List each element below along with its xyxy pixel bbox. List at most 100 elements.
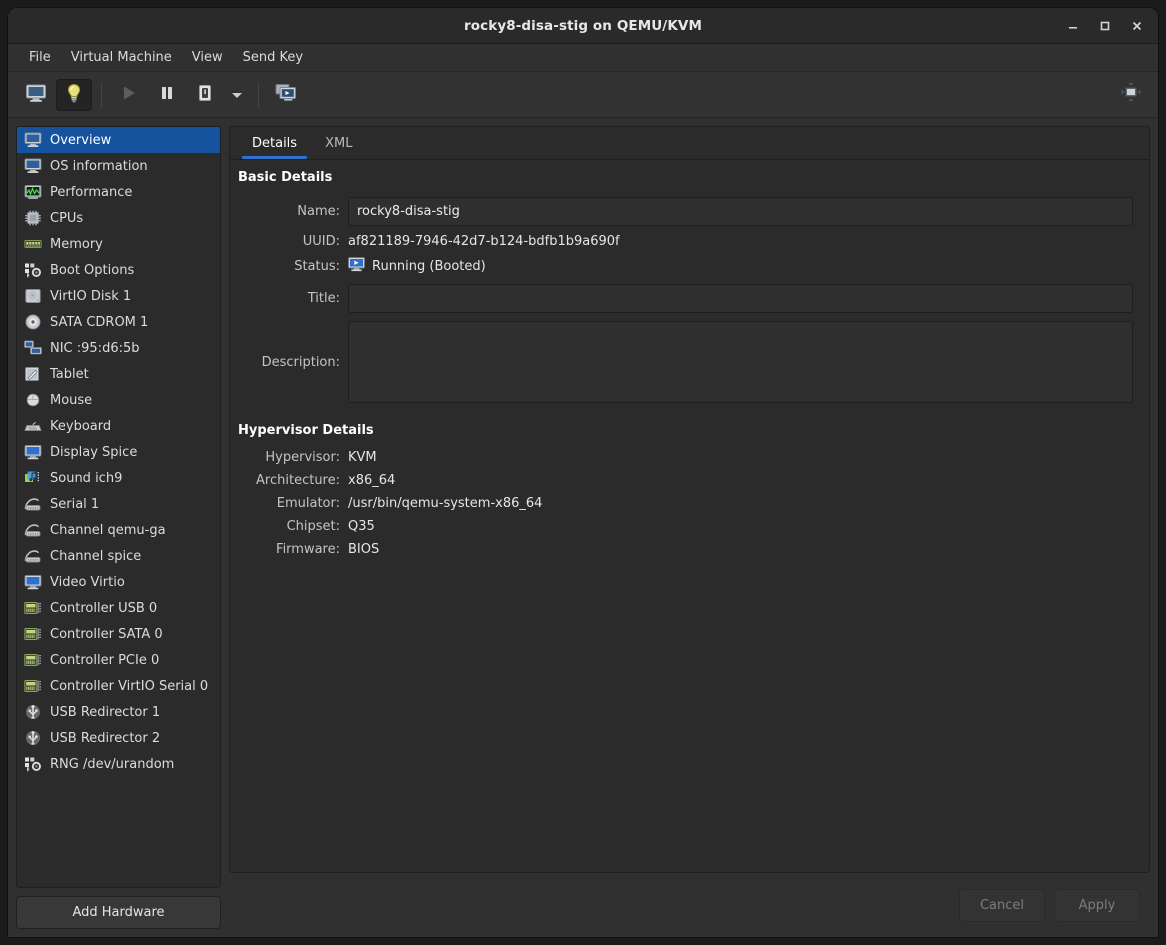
sidebar-item-label: Keyboard xyxy=(50,419,111,434)
sidebar-item-label: CPUs xyxy=(50,211,83,226)
sidebar-item-label: VirtIO Disk 1 xyxy=(50,289,131,304)
basic-details-heading: Basic Details xyxy=(236,170,1145,185)
firmware-row: Firmware: BIOS xyxy=(236,538,1145,561)
sidebar-item-virtio-disk-1[interactable]: VirtIO Disk 1 xyxy=(17,283,220,309)
sidebar-item-label: OS information xyxy=(50,159,148,174)
minimize-button[interactable] xyxy=(1058,13,1088,39)
status-text: Running (Booted) xyxy=(372,259,486,274)
snapshots-icon xyxy=(275,83,297,107)
tab-details[interactable]: Details xyxy=(238,127,311,159)
sidebar-item-keyboard[interactable]: Keyboard xyxy=(17,413,220,439)
uuid-label: UUID: xyxy=(236,230,348,253)
shutdown-menu-button[interactable] xyxy=(225,79,249,111)
menu-send-key[interactable]: Send Key xyxy=(234,47,312,68)
name-input[interactable]: rocky8-disa-stig xyxy=(348,197,1133,226)
sidebar-item-label: USB Redirector 2 xyxy=(50,731,160,746)
serial-port-icon xyxy=(23,495,43,513)
shutdown-button[interactable] xyxy=(187,79,223,111)
serial-port-icon xyxy=(23,521,43,539)
sidebar-item-label: Sound ich9 xyxy=(50,471,122,486)
cancel-button[interactable]: Cancel xyxy=(959,889,1045,922)
menu-virtual-machine[interactable]: Virtual Machine xyxy=(62,47,181,68)
description-row: Description: xyxy=(236,317,1145,407)
serial-port-icon xyxy=(23,547,43,565)
description-textarea[interactable] xyxy=(348,321,1133,403)
uuid-row: UUID: af821189-7946-42d7-b124-bdfb1b9a69… xyxy=(236,230,1145,253)
details-panel-column: Details XML Basic Details Name: rocky8-d… xyxy=(229,126,1150,929)
tab-xml[interactable]: XML xyxy=(311,127,366,159)
hardware-list[interactable]: Overview OS information xyxy=(16,126,221,888)
snapshots-button[interactable] xyxy=(268,79,304,111)
toolbar-separator-2 xyxy=(258,82,259,108)
sidebar-item-controller-pcie-0[interactable]: Controller PCIe 0 xyxy=(17,647,220,673)
run-button[interactable] xyxy=(111,79,147,111)
sidebar-item-display-spice[interactable]: Display Spice xyxy=(17,439,220,465)
sidebar-item-performance[interactable]: Performance xyxy=(17,179,220,205)
sidebar-item-channel-qemu-ga[interactable]: Channel qemu-ga xyxy=(17,517,220,543)
sidebar-item-cpus[interactable]: CPUs xyxy=(17,205,220,231)
sidebar-item-label: Serial 1 xyxy=(50,497,99,512)
menu-view[interactable]: View xyxy=(183,47,232,68)
sidebar-item-label: Mouse xyxy=(50,393,92,408)
sidebar-item-controller-virtio-serial-0[interactable]: Controller VirtIO Serial 0 xyxy=(17,673,220,699)
sidebar-item-label: Overview xyxy=(50,133,111,148)
titlebar: rocky8-disa-stig on QEMU/KVM xyxy=(8,8,1158,44)
close-button[interactable] xyxy=(1122,13,1152,39)
memory-ram-icon xyxy=(23,235,43,253)
toolbar xyxy=(8,72,1158,118)
show-details-button[interactable] xyxy=(56,79,92,111)
pause-button[interactable] xyxy=(149,79,185,111)
window-title: rocky8-disa-stig on QEMU/KVM xyxy=(8,18,1158,34)
sidebar-item-label: Channel spice xyxy=(50,549,141,564)
title-input[interactable] xyxy=(348,284,1133,313)
sidebar-item-usb-redirector-2[interactable]: USB Redirector 2 xyxy=(17,725,220,751)
description-label: Description: xyxy=(236,317,348,407)
sidebar-item-memory[interactable]: Memory xyxy=(17,231,220,257)
mouse-icon xyxy=(23,391,43,409)
sidebar-item-label: Controller SATA 0 xyxy=(50,627,163,642)
sidebar-item-sata-cdrom-1[interactable]: SATA CDROM 1 xyxy=(17,309,220,335)
details-footer: Cancel Apply xyxy=(229,881,1150,929)
add-hardware-button[interactable]: Add Hardware xyxy=(16,896,221,929)
controller-icon xyxy=(23,651,43,669)
sidebar-item-video-virtio[interactable]: Video Virtio xyxy=(17,569,220,595)
menu-file[interactable]: File xyxy=(20,47,60,68)
apply-button[interactable]: Apply xyxy=(1054,889,1140,922)
emulator-value: /usr/bin/qemu-system-x86_64 xyxy=(348,492,1145,515)
computer-icon xyxy=(23,131,43,149)
running-monitor-icon xyxy=(348,257,365,276)
window-controls xyxy=(1058,8,1152,44)
sidebar-item-mouse[interactable]: Mouse xyxy=(17,387,220,413)
show-console-button[interactable] xyxy=(18,79,54,111)
controller-icon xyxy=(23,625,43,643)
console-monitor-icon xyxy=(25,83,47,107)
sidebar-item-rng[interactable]: RNG /dev/urandom xyxy=(17,751,220,777)
virt-manager-window: rocky8-disa-stig on QEMU/KVM File Virtua… xyxy=(8,8,1158,937)
architecture-row: Architecture: x86_64 xyxy=(236,469,1145,492)
sidebar-item-controller-sata-0[interactable]: Controller SATA 0 xyxy=(17,621,220,647)
name-row: Name: rocky8-disa-stig xyxy=(236,193,1145,230)
sound-icon xyxy=(23,469,43,487)
details-panel: Details XML Basic Details Name: rocky8-d… xyxy=(229,126,1150,873)
usb-icon xyxy=(23,703,43,721)
sidebar-item-tablet[interactable]: Tablet xyxy=(17,361,220,387)
chevron-down-icon xyxy=(230,85,244,104)
sidebar-item-controller-usb-0[interactable]: Controller USB 0 xyxy=(17,595,220,621)
sidebar-item-label: Display Spice xyxy=(50,445,137,460)
fullscreen-button[interactable] xyxy=(1118,79,1144,109)
sidebar-item-boot-options[interactable]: Boot Options xyxy=(17,257,220,283)
performance-graph-icon xyxy=(23,183,43,201)
sidebar-item-sound-ich9[interactable]: Sound ich9 xyxy=(17,465,220,491)
sidebar-item-channel-spice[interactable]: Channel spice xyxy=(17,543,220,569)
firmware-value: BIOS xyxy=(348,538,1145,561)
maximize-button[interactable] xyxy=(1090,13,1120,39)
network-icon xyxy=(23,339,43,357)
sidebar-item-usb-redirector-1[interactable]: USB Redirector 1 xyxy=(17,699,220,725)
sidebar-item-os-information[interactable]: OS information xyxy=(17,153,220,179)
usb-icon xyxy=(23,729,43,747)
sidebar-item-nic[interactable]: NIC :95:d6:5b xyxy=(17,335,220,361)
sidebar-item-overview[interactable]: Overview xyxy=(17,127,220,153)
sidebar-item-serial-1[interactable]: Serial 1 xyxy=(17,491,220,517)
sidebar-item-label: Tablet xyxy=(50,367,89,382)
details-lightbulb-icon xyxy=(63,82,85,108)
